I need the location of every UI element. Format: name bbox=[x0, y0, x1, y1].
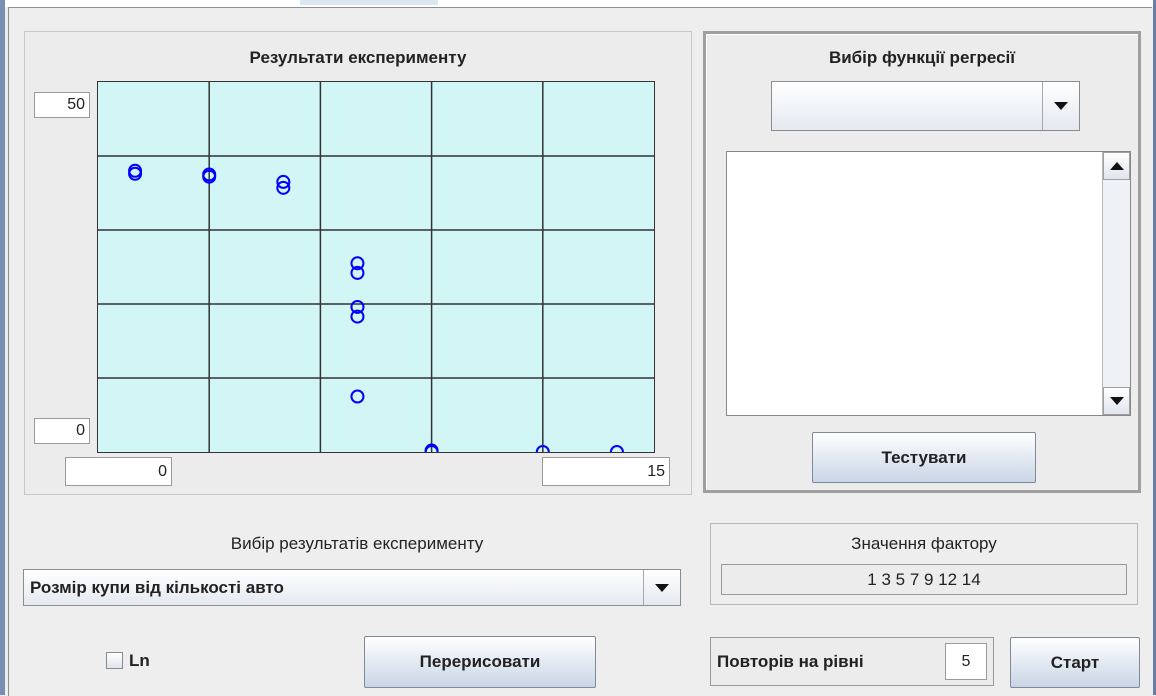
y-max-field[interactable]: 50 bbox=[34, 92, 90, 118]
repeats-group: Повторів на рівні 5 bbox=[710, 637, 994, 686]
scatter-plot bbox=[97, 81, 655, 453]
data-point bbox=[609, 445, 624, 452]
experiment-combo[interactable]: Розмір купи від кількості авто bbox=[23, 569, 681, 606]
experiment-results-panel: Результати експерименту bbox=[24, 31, 692, 495]
repeats-label: Повторів на рівні bbox=[717, 652, 864, 671]
window-left-border bbox=[0, 0, 5, 695]
chevron-down-icon[interactable] bbox=[1042, 82, 1079, 130]
ln-checkbox[interactable] bbox=[106, 652, 123, 669]
plot-svg bbox=[98, 82, 654, 452]
scroll-down-icon[interactable] bbox=[1103, 387, 1130, 415]
tab-marker bbox=[300, 0, 438, 5]
y-min-field[interactable]: 0 bbox=[34, 418, 90, 444]
regression-function-combo[interactable] bbox=[771, 81, 1080, 131]
experiment-select-label: Вибір результатів експерименту bbox=[230, 534, 484, 553]
scroll-up-icon[interactable] bbox=[1103, 152, 1130, 180]
experiment-combo-value: Розмір купи від кількості авто bbox=[30, 578, 284, 597]
factor-label: Значення фактору bbox=[851, 534, 997, 553]
start-button[interactable]: Старт bbox=[1010, 637, 1140, 688]
regression-title: Вибір функції регресії bbox=[828, 48, 1016, 67]
redraw-button[interactable]: Перерисовати bbox=[364, 636, 596, 688]
ln-checkbox-label: Ln bbox=[129, 651, 150, 670]
test-button[interactable]: Тестувати bbox=[812, 432, 1036, 483]
regression-panel: Вибір функції регресії Тестувати bbox=[703, 31, 1141, 493]
vertical-scrollbar[interactable] bbox=[1102, 152, 1130, 415]
factor-values-panel: Значення фактору 1 3 5 7 9 12 14 bbox=[710, 523, 1138, 605]
repeats-input[interactable]: 5 bbox=[945, 643, 987, 680]
window-top-strip bbox=[0, 0, 1156, 7]
data-point bbox=[350, 389, 365, 404]
regression-output-list[interactable] bbox=[726, 151, 1131, 416]
x-max-field[interactable]: 15 bbox=[542, 457, 670, 486]
chevron-down-icon[interactable] bbox=[643, 570, 680, 605]
x-min-field[interactable]: 0 bbox=[65, 457, 172, 486]
factor-values: 1 3 5 7 9 12 14 bbox=[721, 564, 1127, 595]
chart-title: Результати експерименту bbox=[249, 48, 467, 67]
